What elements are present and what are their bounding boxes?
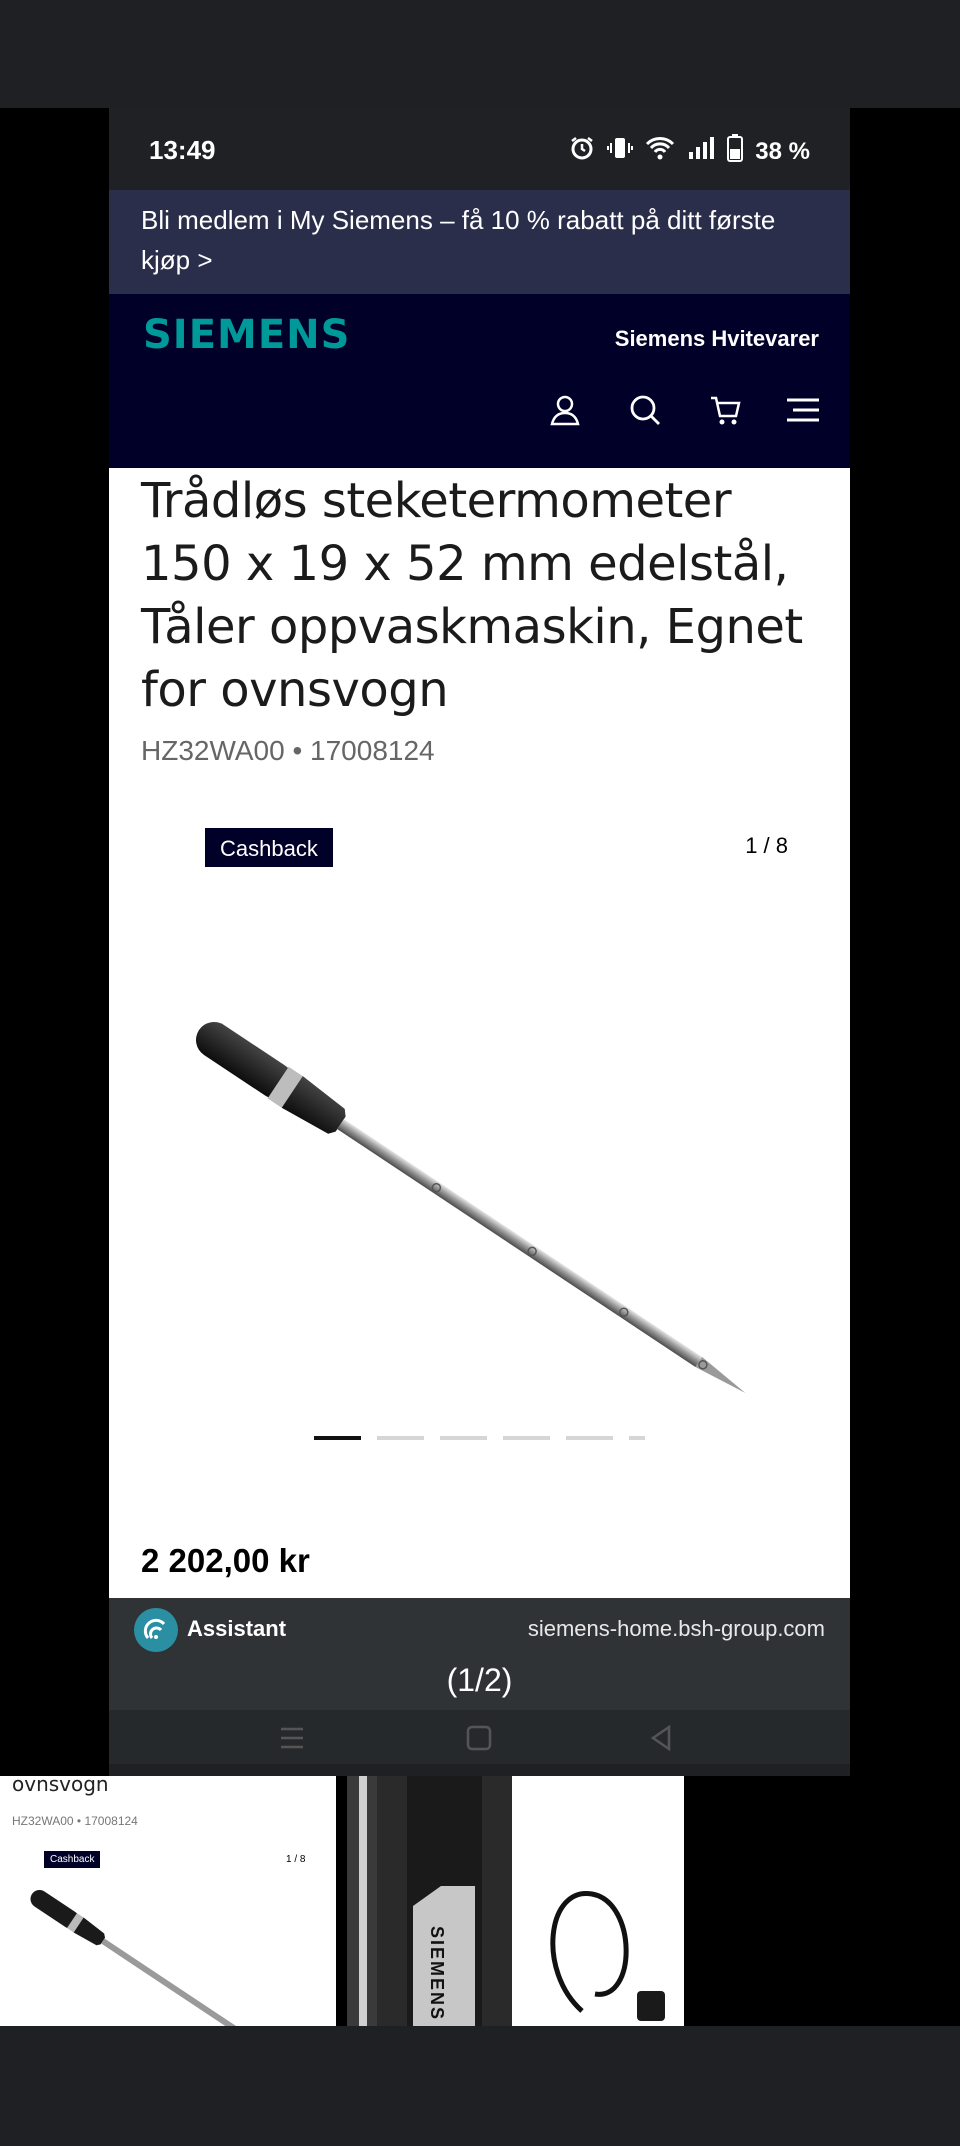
carousel-dot[interactable] — [503, 1436, 550, 1440]
product-image[interactable] — [149, 898, 789, 1468]
viewer-margin-right — [850, 108, 960, 1776]
assistant-label[interactable]: Assistant — [187, 1616, 286, 1642]
android-nav-bar — [109, 1710, 850, 1764]
viewer-bottom-bar — [0, 2026, 960, 2146]
promo-banner-link[interactable]: Bli medlem i My Siemens – få 10 % rabatt… — [109, 190, 850, 294]
signal-icon — [687, 135, 715, 168]
thumb-brand: SIEMENS — [427, 1926, 447, 2022]
thumb-charger-image — [347, 1776, 665, 2026]
recent-apps-icon[interactable] — [277, 1724, 307, 1757]
siemens-logo[interactable]: SIEMENS — [143, 312, 350, 358]
thumb-title: ovnsvogn — [12, 1776, 109, 1796]
page-url: siemens-home.bsh-group.com — [527, 1616, 825, 1641]
carousel-dot[interactable] — [629, 1436, 645, 1440]
battery-percent: 38 % — [755, 137, 810, 165]
thumbnail-strip: ovnsvogn HZ32WA00 • 17008124 Cashback 1 … — [0, 1776, 960, 2026]
viewer-top-bar — [0, 0, 960, 108]
product-sku: HZ32WA00 • 17008124 — [141, 735, 435, 766]
brand-name: Siemens Hvitevarer — [614, 326, 819, 351]
phone-screenshot: 13:49 38 % Bli medlem i My Siemens – få … — [109, 108, 850, 1764]
status-time: 13:49 — [149, 135, 216, 165]
account-icon[interactable] — [545, 390, 585, 430]
site-header: SIEMENS Siemens Hvitevarer — [109, 294, 850, 468]
cart-icon[interactable] — [705, 390, 745, 430]
carousel-dot[interactable] — [440, 1436, 487, 1440]
product-title: Trådløs steketermometer 150 x 19 x 52 mm… — [141, 473, 803, 718]
assistant-icon[interactable] — [134, 1608, 178, 1652]
carousel-indicator[interactable] — [314, 1436, 645, 1440]
menu-icon[interactable] — [783, 390, 823, 430]
alarm-icon — [569, 135, 595, 168]
assistant-overlay: Assistant siemens-home.bsh-group.com (1/… — [109, 1598, 850, 1764]
carousel-dot[interactable] — [566, 1436, 613, 1440]
carousel-dot-active[interactable] — [314, 1436, 361, 1440]
back-icon[interactable] — [647, 1724, 675, 1757]
thumb-sku: HZ32WA00 • 17008124 — [12, 1814, 138, 1828]
home-icon[interactable] — [465, 1724, 493, 1757]
viewer-margin-left — [0, 108, 109, 1776]
thumb-probe-image — [30, 1889, 288, 2026]
thumb-counter: 1 / 8 — [286, 1854, 306, 1865]
thumbnail-1[interactable]: ovnsvogn HZ32WA00 • 17008124 Cashback 1 … — [0, 1776, 336, 2026]
status-icons: 38 % — [569, 134, 810, 169]
search-icon[interactable] — [625, 390, 665, 430]
thumbnail-2[interactable]: SIEMENS — [347, 1776, 684, 2026]
wifi-icon — [645, 135, 675, 168]
image-counter: 1 / 8 — [745, 833, 788, 858]
carousel-dot[interactable] — [377, 1436, 424, 1440]
thumb-badge: Cashback — [44, 1851, 101, 1868]
battery-icon — [727, 134, 744, 169]
status-bar: 13:49 38 % — [109, 108, 850, 190]
product-price: 2 202,00 kr — [141, 1542, 310, 1579]
vibrate-icon — [607, 135, 634, 168]
cashback-badge: Cashback — [205, 828, 333, 867]
page-counter: (1/2) — [446, 1662, 513, 1698]
